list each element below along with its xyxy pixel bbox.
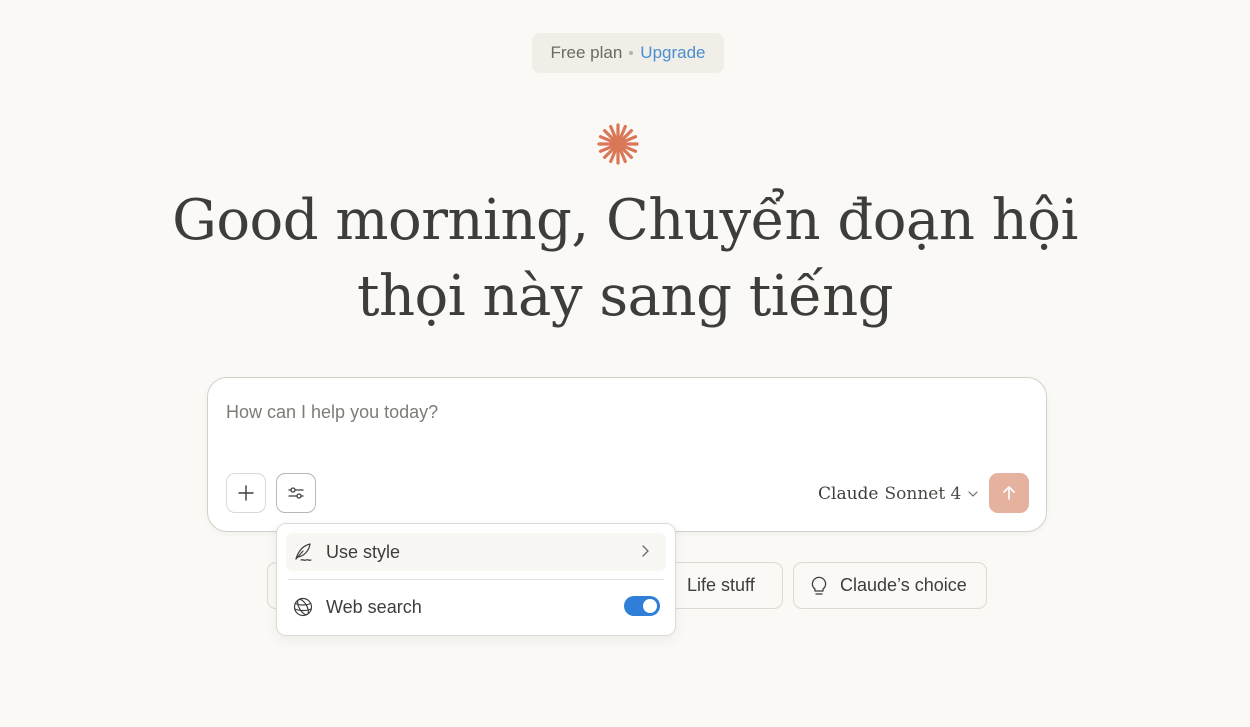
chevron-right-icon (638, 543, 652, 559)
plus-icon (237, 484, 255, 502)
upgrade-link[interactable]: Upgrade (640, 43, 705, 63)
model-selector[interactable]: Claude Sonnet 4 (818, 482, 979, 506)
menu-item-use-style[interactable]: Use style (286, 533, 666, 571)
send-button[interactable] (989, 473, 1029, 513)
add-attachment-button[interactable] (226, 473, 266, 513)
menu-item-label: Web search (326, 596, 422, 617)
toggle-knob (643, 599, 657, 613)
suggestion-chip-claudes-choice[interactable]: Claude’s choice (793, 562, 987, 609)
arrow-up-icon (1000, 484, 1018, 502)
sliders-icon (287, 484, 305, 502)
menu-divider (288, 579, 664, 580)
plan-badge: Free plan Upgrade (532, 33, 724, 73)
suggestion-label: Claude’s choice (840, 575, 967, 595)
tools-button[interactable] (276, 473, 316, 513)
model-family: Claude (818, 484, 879, 504)
composer: Claude Sonnet 4 (207, 377, 1047, 532)
menu-item-web-search[interactable]: Web search (286, 588, 666, 626)
prompt-input[interactable] (226, 400, 1006, 424)
claude-home: Free plan Upgrade Good morning, Chuyển đ… (0, 0, 1250, 727)
globe-icon (292, 596, 314, 618)
tools-dropdown-menu: Use style Web search (276, 523, 676, 636)
suggestion-label: Life stuff (687, 575, 755, 595)
chevron-down-icon (967, 488, 979, 500)
feather-pen-icon (292, 541, 314, 563)
lightbulb-icon (808, 575, 830, 597)
claude-spark-icon (596, 122, 640, 166)
plan-name: Free plan (550, 43, 623, 62)
separator-dot (629, 51, 634, 55)
menu-item-label: Use style (326, 541, 401, 562)
greeting-heading: Good morning, Chuyển đoạn hội thọi này s… (172, 188, 1078, 329)
web-search-toggle[interactable] (624, 596, 660, 616)
model-name: Sonnet 4 (884, 484, 962, 504)
